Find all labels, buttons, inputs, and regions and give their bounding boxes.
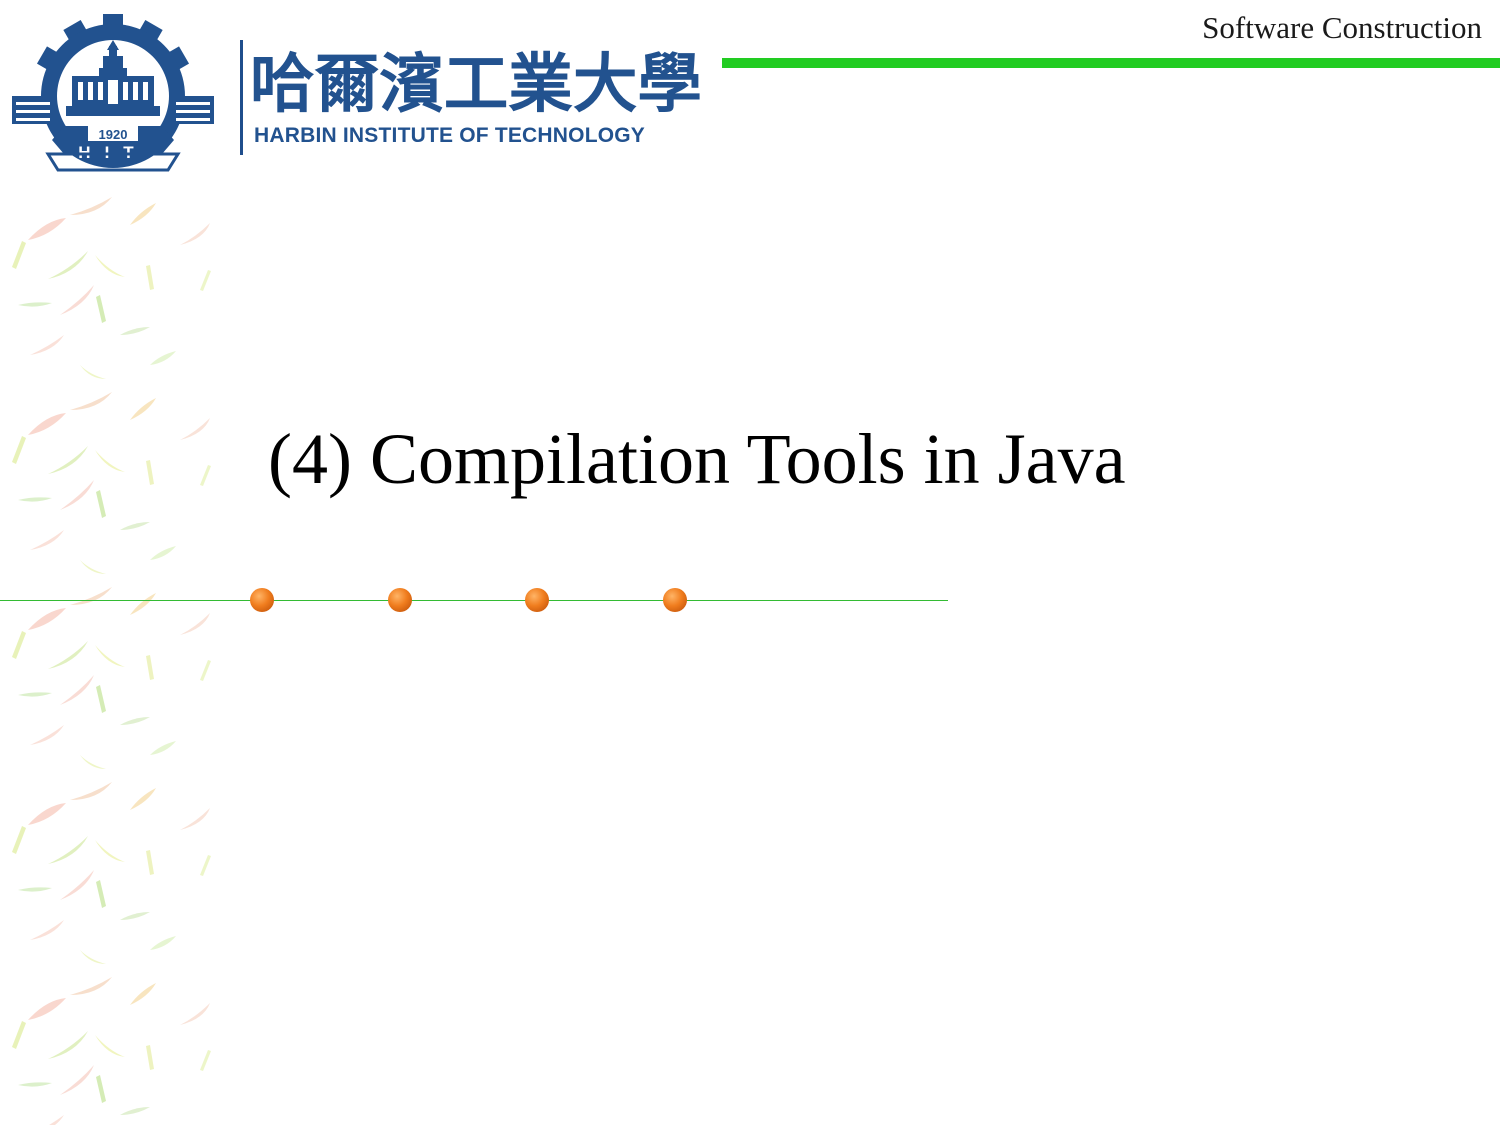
course-title: Software Construction bbox=[1202, 10, 1482, 45]
slide: 1920 HIT 哈爾濱工業大學 HARBIN INSTITUTE OF TEC… bbox=[0, 0, 1500, 1125]
hit-emblem-logo: 1920 HIT bbox=[12, 14, 214, 172]
orange-dot-bullet bbox=[525, 588, 549, 612]
orange-dot-bullet bbox=[663, 588, 687, 612]
orange-dot-bullet bbox=[388, 588, 412, 612]
title-underline-rule bbox=[0, 600, 948, 601]
logo-divider bbox=[240, 40, 243, 155]
orange-dot-bullet bbox=[250, 588, 274, 612]
svg-text:1920: 1920 bbox=[99, 127, 128, 142]
svg-text:哈爾濱工業大學: 哈爾濱工業大學 bbox=[250, 47, 702, 118]
slide-title: (4) Compilation Tools in Java bbox=[268, 419, 1126, 499]
logo-english-name: HARBIN INSTITUTE OF TECHNOLOGY bbox=[254, 124, 645, 147]
header-accent-bar bbox=[722, 58, 1500, 68]
logo-chinese-name: 哈爾濱工業大學 bbox=[250, 47, 702, 118]
leaf-pattern-decoration bbox=[12, 197, 211, 1125]
